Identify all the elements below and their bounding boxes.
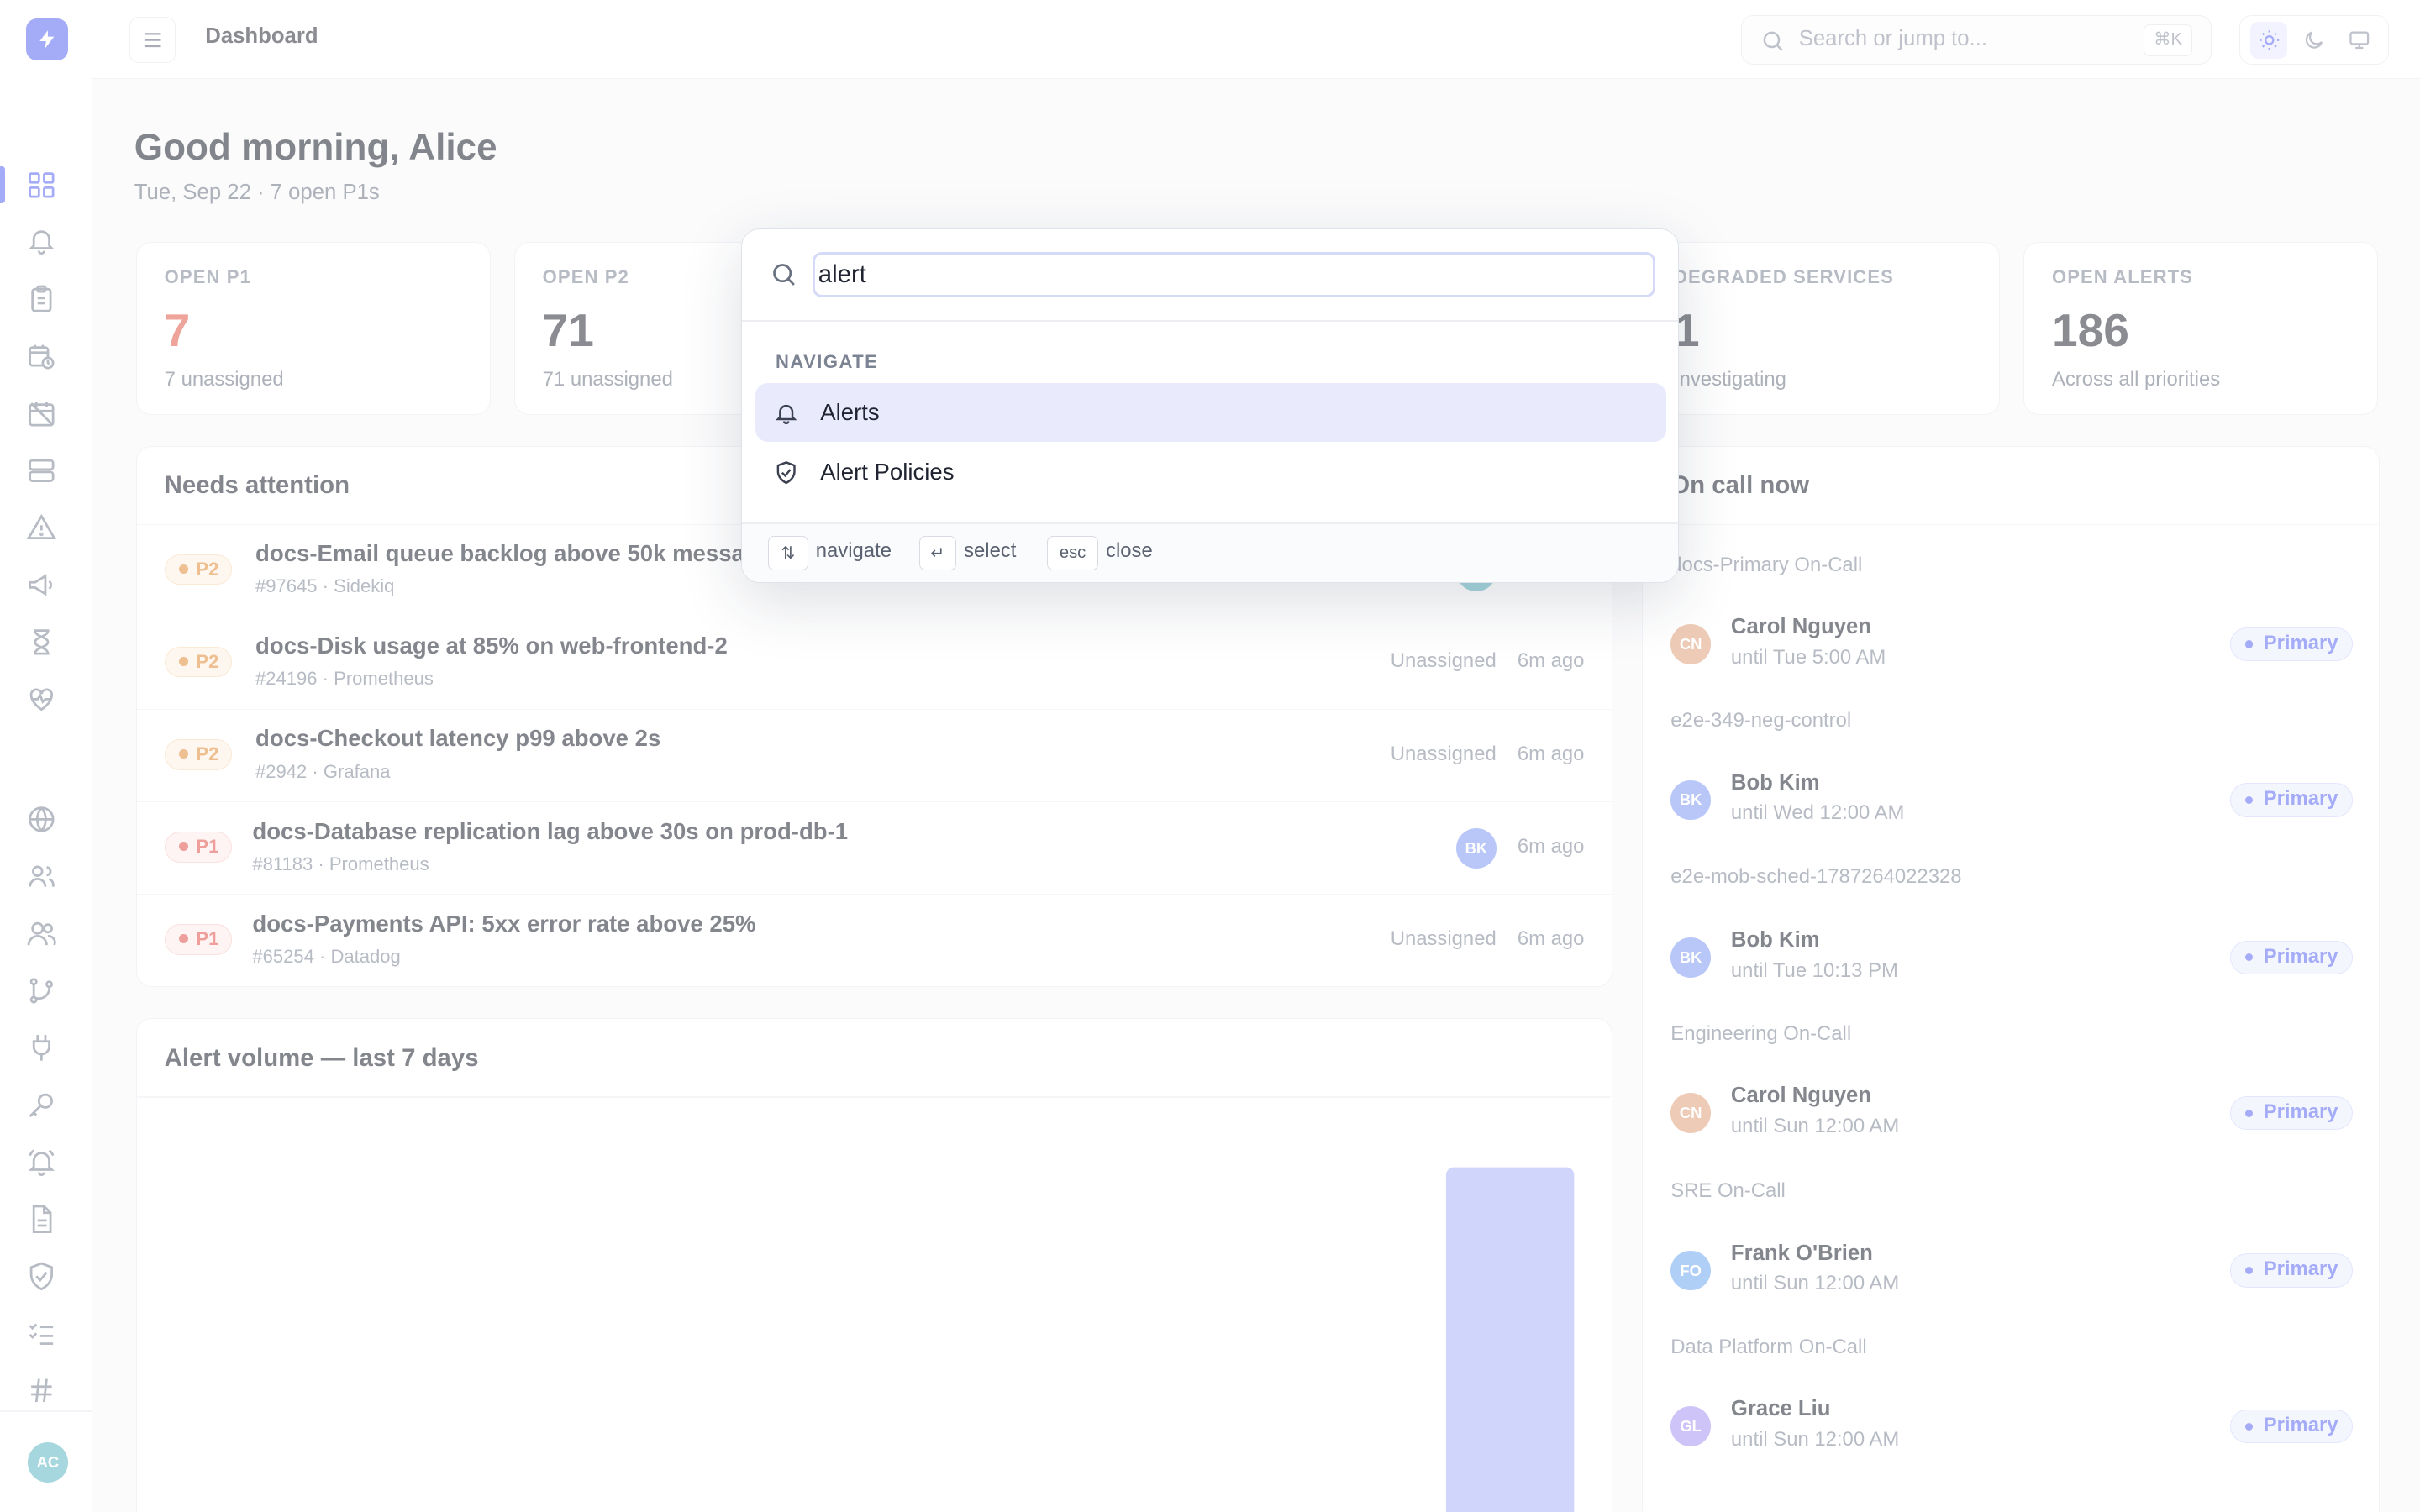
modal-backdrop[interactable] <box>0 0 2420 1512</box>
palette-divider <box>741 522 1679 524</box>
palette-item-alert-policies[interactable]: Alert Policies <box>755 444 1666 502</box>
palette-item-label: Alerts <box>820 398 880 425</box>
hint-key-navigate: ⇅ <box>767 536 808 570</box>
palette-footer: ⇅ navigate ↵ select esc close <box>741 522 1679 583</box>
palette-section-label: NAVIGATE <box>776 350 879 372</box>
bell-icon <box>776 404 797 424</box>
command-palette: NAVIGATE Alerts Alert Policies ⇅ navigat… <box>740 228 1680 584</box>
palette-item-alerts[interactable]: Alerts <box>755 383 1666 443</box>
hint-label: navigate <box>815 539 892 562</box>
hint-label: close <box>1106 539 1153 562</box>
hint-key-close: esc <box>1047 536 1098 570</box>
palette-item-label: Alert Policies <box>820 459 955 486</box>
command-search-input[interactable] <box>813 252 1655 297</box>
hint-key-select: ↵ <box>918 536 956 570</box>
shield-check-icon <box>776 461 796 485</box>
hint-label: select <box>964 539 1017 562</box>
palette-divider <box>741 320 1679 323</box>
search-icon <box>772 263 795 286</box>
